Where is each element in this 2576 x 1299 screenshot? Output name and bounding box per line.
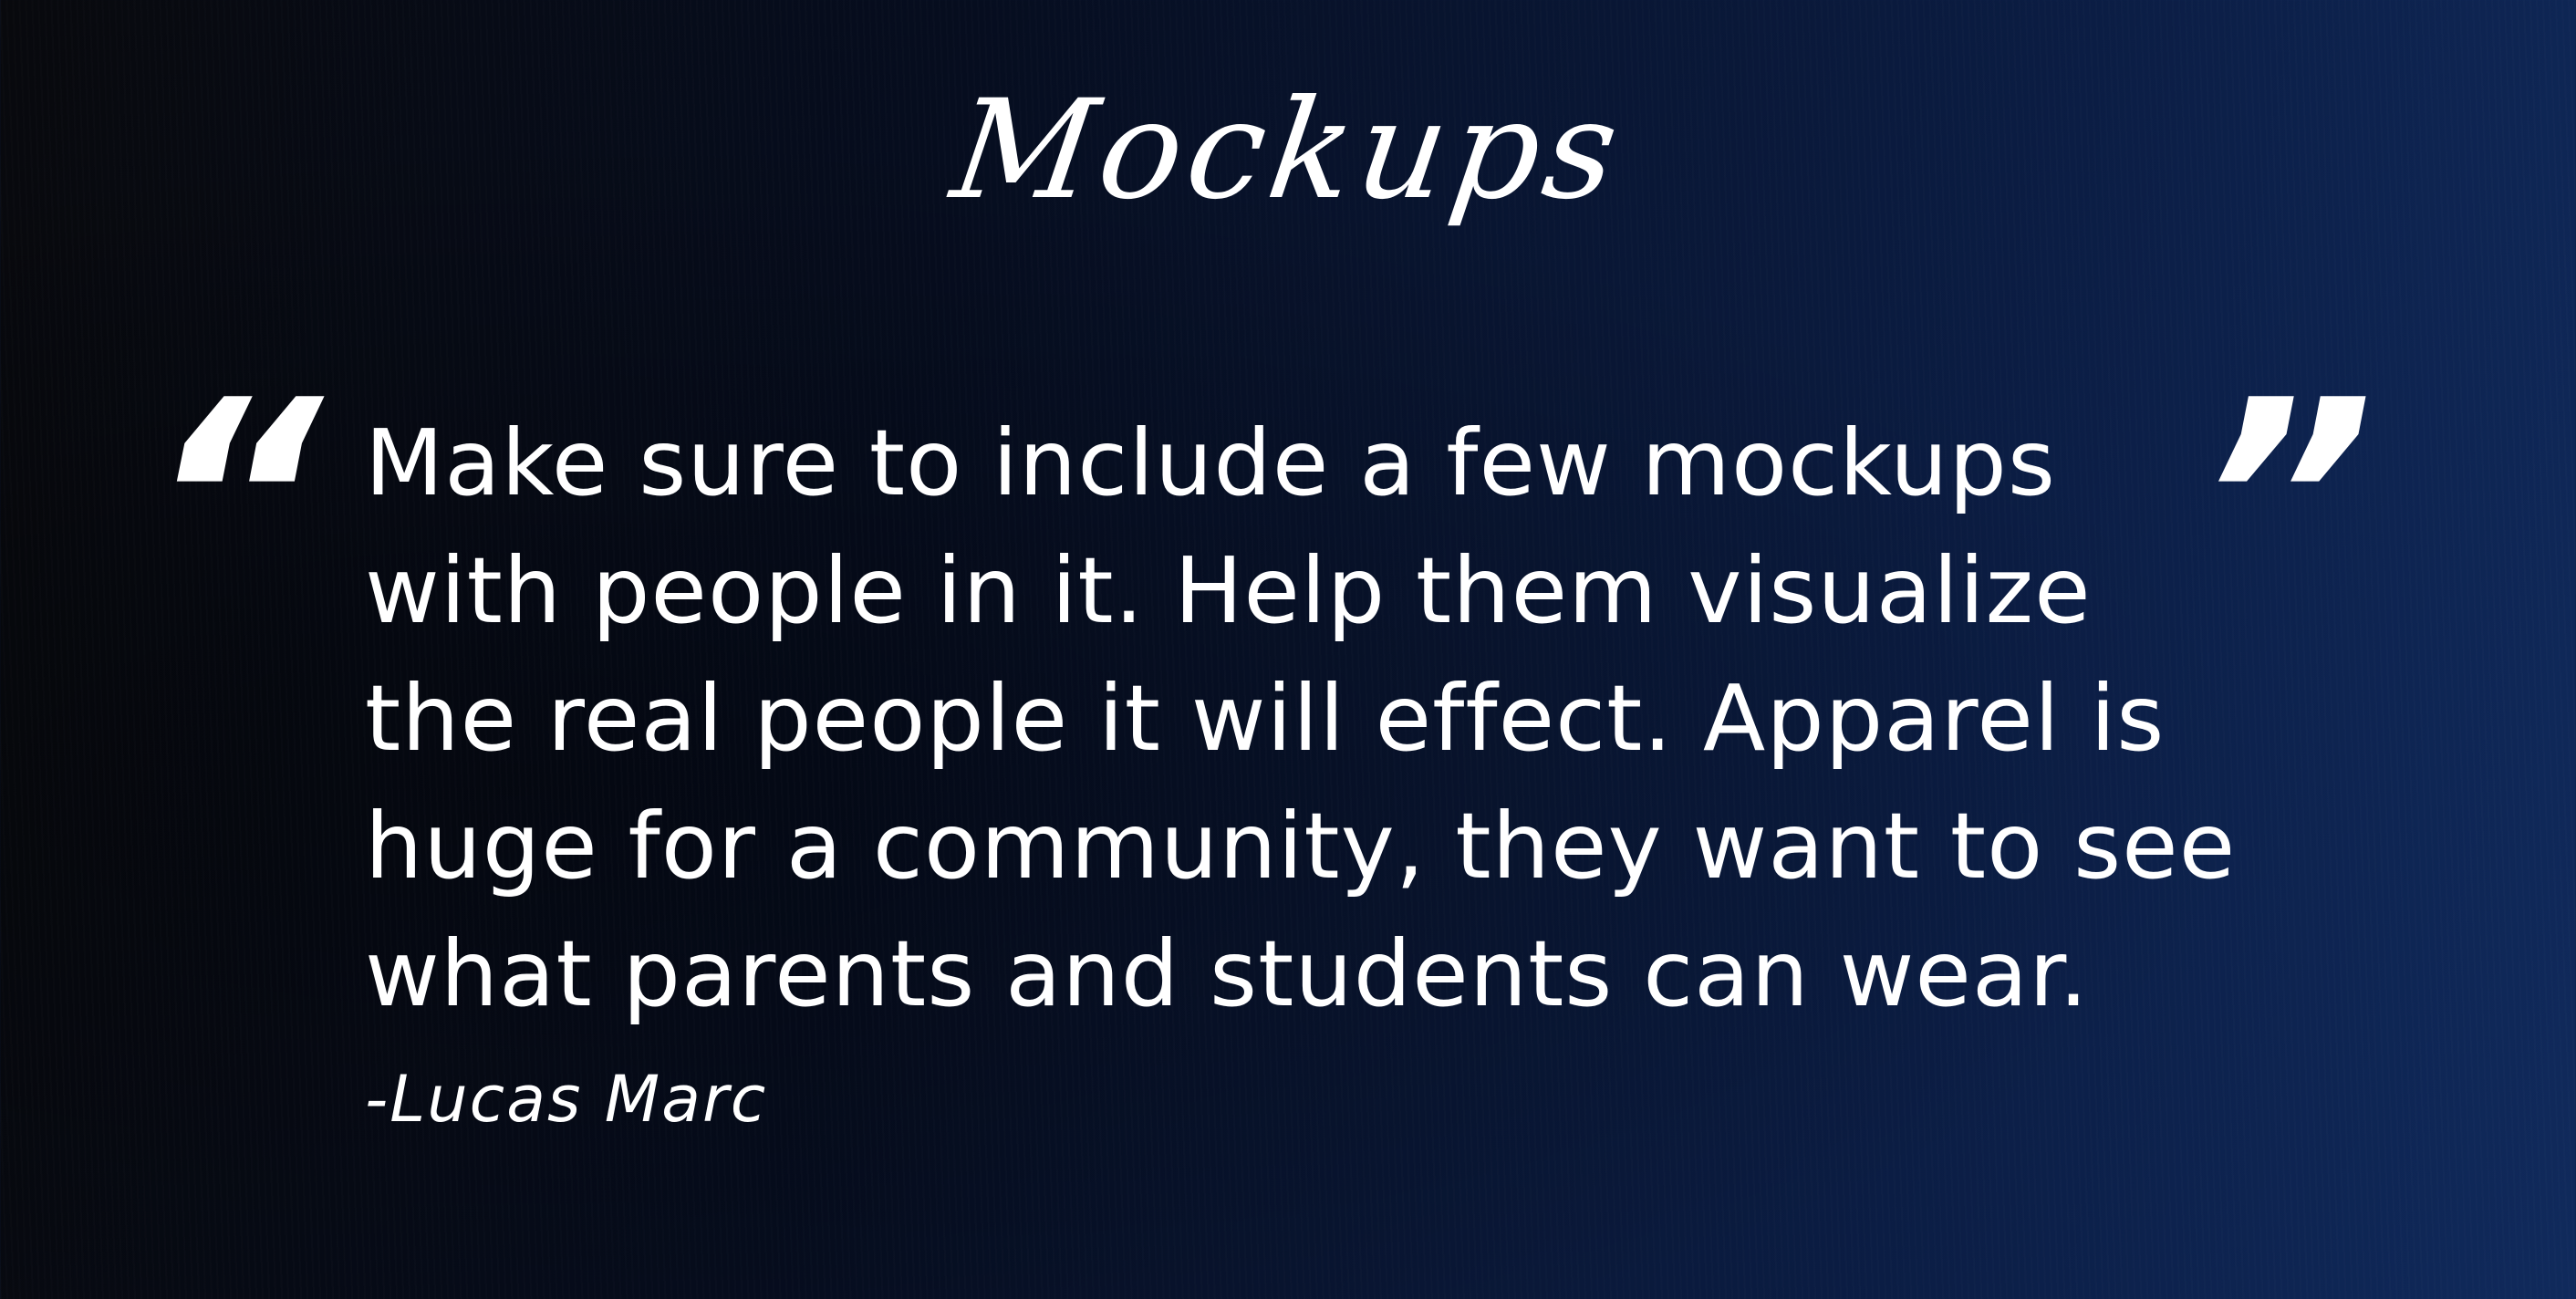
quote-author: -Lucas Marc (365, 1062, 768, 1137)
quote-line: what parents and students can wear. (365, 920, 2089, 1027)
close-quote-icon: ” (2198, 342, 2375, 660)
quote-line: Make sure to include a few mockups (365, 410, 2056, 516)
quote-line: with people in it. Help them visualize (365, 537, 2092, 644)
page-title: Mockups (943, 71, 1633, 230)
quote-text: Make sure to include a few mockups with … (365, 400, 2237, 1038)
open-quote-icon: “ (146, 342, 323, 660)
quote-line: huge for a community, they want to see (365, 793, 2237, 899)
quote-line: the real people it will effect. Apparel … (365, 665, 2166, 772)
